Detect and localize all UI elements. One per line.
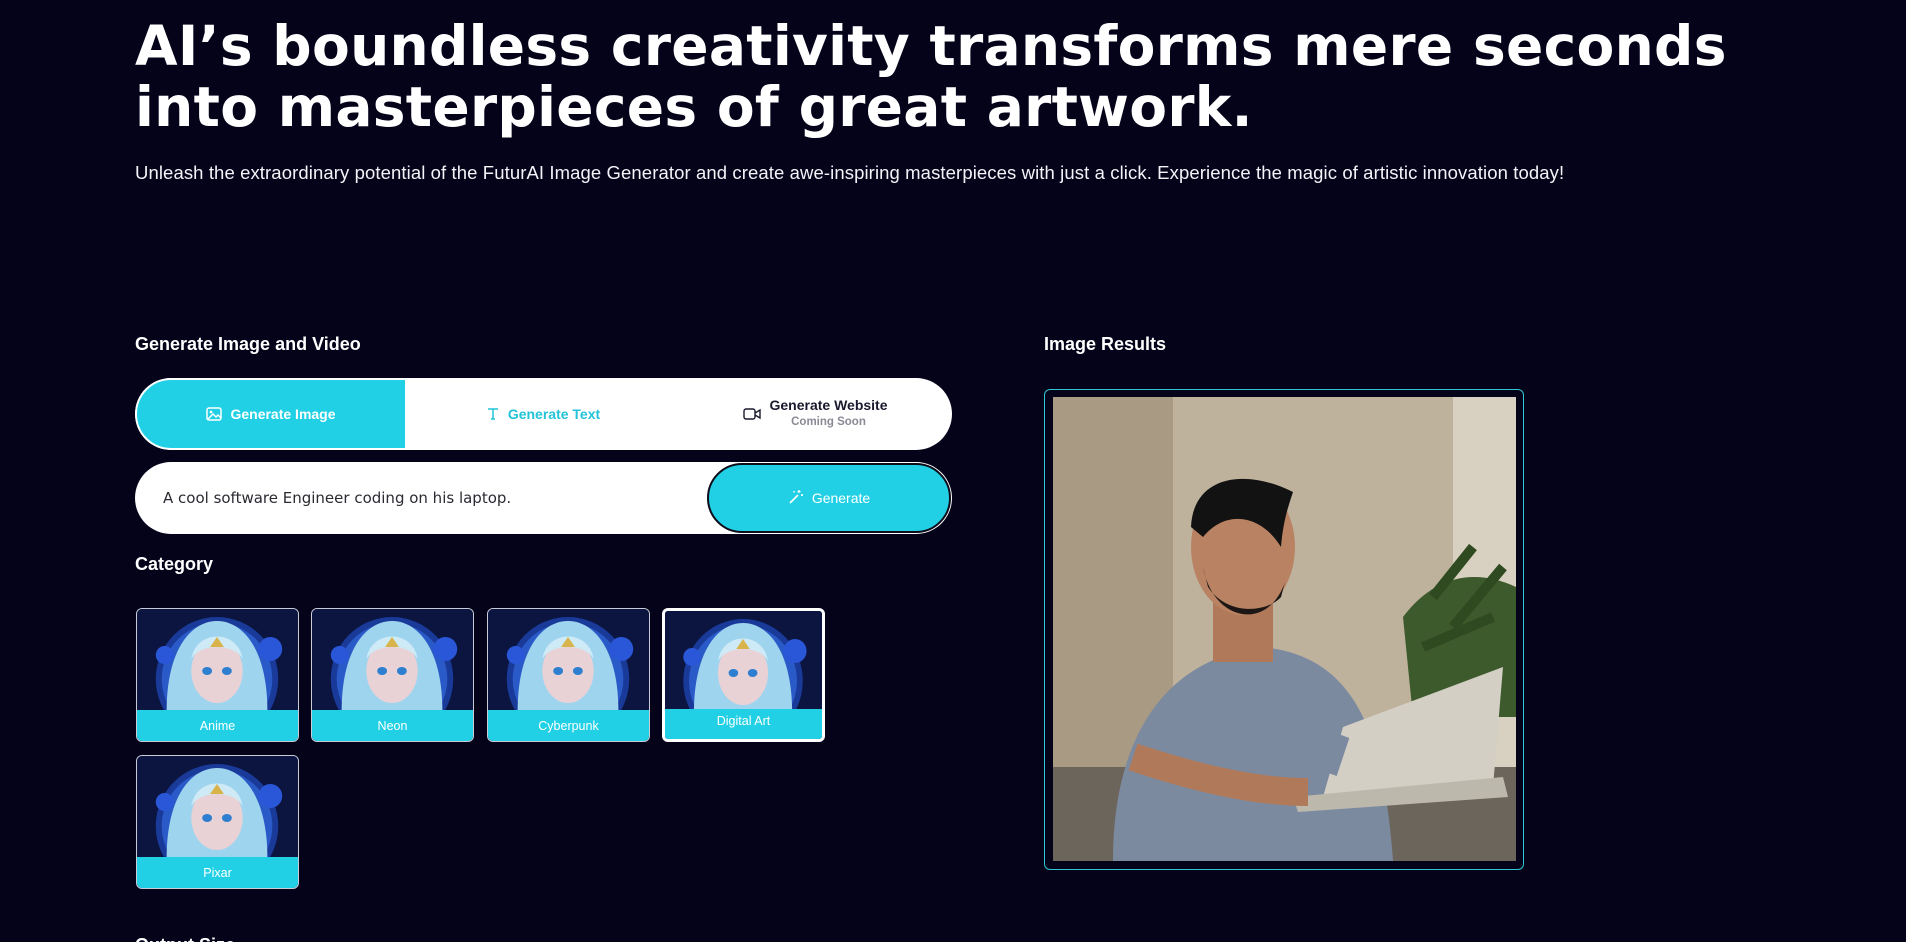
category-label: Neon: [312, 710, 473, 741]
category-title: Category: [135, 554, 214, 574]
prompt-input[interactable]: [163, 462, 683, 534]
image-results-title: Image Results: [1044, 334, 1167, 354]
text-icon: [486, 407, 500, 421]
generator-section-title: Generate Image and Video: [135, 334, 361, 354]
generate-mode-tabs: Generate Image Generate Text Generate We…: [135, 378, 952, 450]
neon-art-thumbnail: [312, 609, 473, 711]
digital-art-thumbnail: [665, 611, 822, 713]
video-icon: [743, 408, 762, 420]
magic-wand-icon: [788, 489, 804, 508]
hero-title: AI’s boundless creativity transforms mer…: [135, 14, 1727, 139]
category-card-cyberpunk[interactable]: Cyberpunk: [487, 608, 650, 742]
category-label: Anime: [137, 710, 298, 741]
tab-generate-website-label: Generate Website: [769, 397, 888, 413]
tab-generate-image[interactable]: Generate Image: [135, 378, 407, 450]
category-card-digital-art[interactable]: Digital Art: [662, 608, 825, 742]
image-result-frame: [1044, 389, 1524, 870]
output-size-title: Output Size: [135, 932, 235, 942]
category-label: Digital Art: [665, 709, 822, 739]
generate-button[interactable]: Generate: [707, 463, 951, 533]
tab-generate-image-label: Generate Image: [230, 406, 336, 422]
hero-subtitle: Unleash the extraordinary potential of t…: [135, 162, 1565, 183]
cyberpunk-art-thumbnail: [488, 609, 649, 711]
category-card-anime[interactable]: Anime: [136, 608, 299, 742]
tab-generate-text-label: Generate Text: [507, 406, 601, 422]
generated-image: [1053, 397, 1516, 861]
tab-generate-website[interactable]: Generate Website Coming Soon: [679, 378, 952, 450]
image-icon: [206, 407, 223, 421]
category-card-neon[interactable]: Neon: [311, 608, 474, 742]
page: AI’s boundless creativity transforms mer…: [0, 0, 1906, 942]
coming-soon-badge: Coming Soon: [791, 416, 866, 428]
category-label: Cyberpunk: [488, 710, 649, 741]
category-card-pixar[interactable]: Pixar: [136, 755, 299, 889]
prompt-bar: Generate: [135, 462, 952, 534]
generate-button-label: Generate: [811, 490, 871, 506]
pixar-art-thumbnail: [137, 756, 298, 858]
category-label: Pixar: [137, 857, 298, 888]
tab-generate-text[interactable]: Generate Text: [407, 378, 679, 450]
anime-art-thumbnail: [137, 609, 298, 711]
